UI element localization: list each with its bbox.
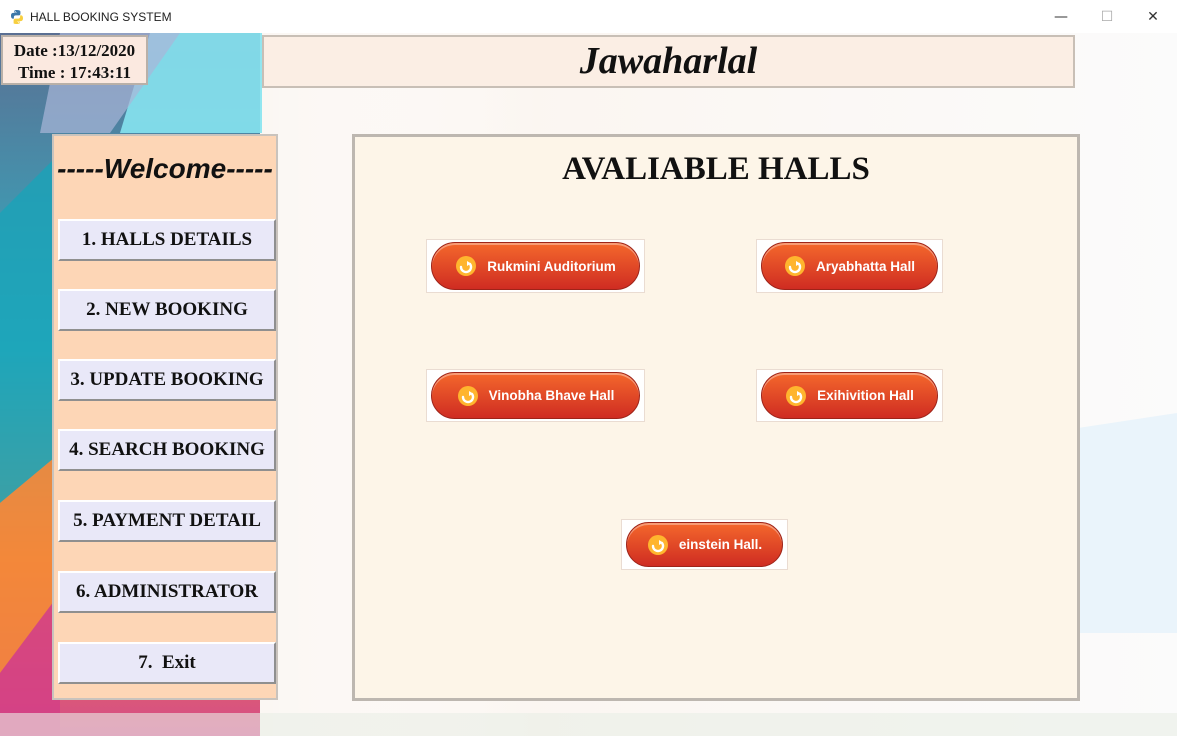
minimize-icon: —: [1054, 8, 1068, 25]
administrator-button[interactable]: 6. ADMINISTRATOR: [58, 571, 276, 613]
vinobha-bhave-hall-button[interactable]: Vinobha Bhave Hall: [431, 372, 640, 419]
date-label: Date :13/12/2020: [13, 41, 136, 60]
new-booking-button[interactable]: 2. NEW BOOKING: [58, 289, 276, 331]
hall-slot-exihivition: Exihivition Hall: [756, 369, 943, 422]
update-booking-button[interactable]: 3. UPDATE BOOKING: [58, 359, 276, 401]
hall-slot-rukmini: Rukmini Auditorium: [426, 239, 645, 293]
time-label: Time : 17:43:11: [17, 63, 131, 82]
python-icon: [11, 10, 23, 24]
refresh-arrow-icon: [457, 385, 478, 406]
welcome-label: -----Welcome-----: [57, 153, 273, 184]
halls-panel: AVALIABLE HALLS Rukmini Auditorium Aryab…: [352, 134, 1080, 701]
close-button[interactable]: ✕: [1130, 0, 1176, 33]
minimize-button[interactable]: —: [1038, 0, 1084, 33]
search-booking-button[interactable]: 4. SEARCH BOOKING: [58, 429, 276, 471]
panel-title: AVALIABLE HALLS: [562, 151, 870, 187]
date-time-box: Date :13/12/2020 Time : 17:43:11: [1, 35, 148, 85]
title-bar: HALL BOOKING SYSTEM — ☐ ✕: [0, 0, 1177, 33]
app-window: HALL BOOKING SYSTEM — ☐ ✕ Date:13/12/20…: [0, 0, 1177, 736]
main-menu: -----Welcome----- 1. HALLS DETAILS 2. NE…: [52, 134, 278, 700]
refresh-arrow-icon: [786, 385, 807, 406]
exit-button[interactable]: 7. Exit: [58, 642, 276, 684]
refresh-arrow-icon: [647, 534, 668, 555]
header-banner: Jawaharlal: [262, 35, 1075, 88]
window-title: HALL BOOKING SYSTEM: [30, 10, 172, 24]
hall-label: Exihivition Hall: [817, 388, 914, 403]
maximize-icon: ☐: [1100, 8, 1114, 25]
hall-slot-einstein: einstein Hall.: [621, 519, 788, 570]
client-area: Date :13/12/2020 Time : 17:43:11 Jawahar…: [0, 33, 1177, 736]
hall-slot-aryabhatta: Aryabhatta Hall: [756, 239, 943, 293]
halls-details-button[interactable]: 1. HALLS DETAILS: [58, 219, 276, 261]
einstein-hall-button[interactable]: einstein Hall.: [626, 522, 783, 567]
hall-label: Aryabhatta Hall: [815, 258, 916, 274]
rukmini-auditorium-button[interactable]: Rukmini Auditorium: [431, 242, 640, 290]
refresh-arrow-icon: [784, 256, 805, 276]
header-title: Jawaharlal: [579, 40, 758, 82]
exihivition-hall-button[interactable]: Exihivition Hall: [761, 372, 938, 419]
hall-label: Vinobha Bhave Hall: [488, 388, 615, 403]
close-icon: ✕: [1147, 8, 1159, 25]
hall-slot-vinobha: Vinobha Bhave Hall: [426, 369, 645, 422]
payment-detail-button[interactable]: 5. PAYMENT DETAIL: [58, 500, 276, 542]
maximize-button[interactable]: ☐: [1084, 0, 1130, 33]
aryabhatta-hall-button[interactable]: Aryabhatta Hall: [761, 242, 938, 290]
refresh-arrow-icon: [456, 256, 477, 276]
hall-label: Rukmini Auditorium: [487, 258, 616, 274]
hall-label: einstein Hall.: [678, 537, 763, 552]
